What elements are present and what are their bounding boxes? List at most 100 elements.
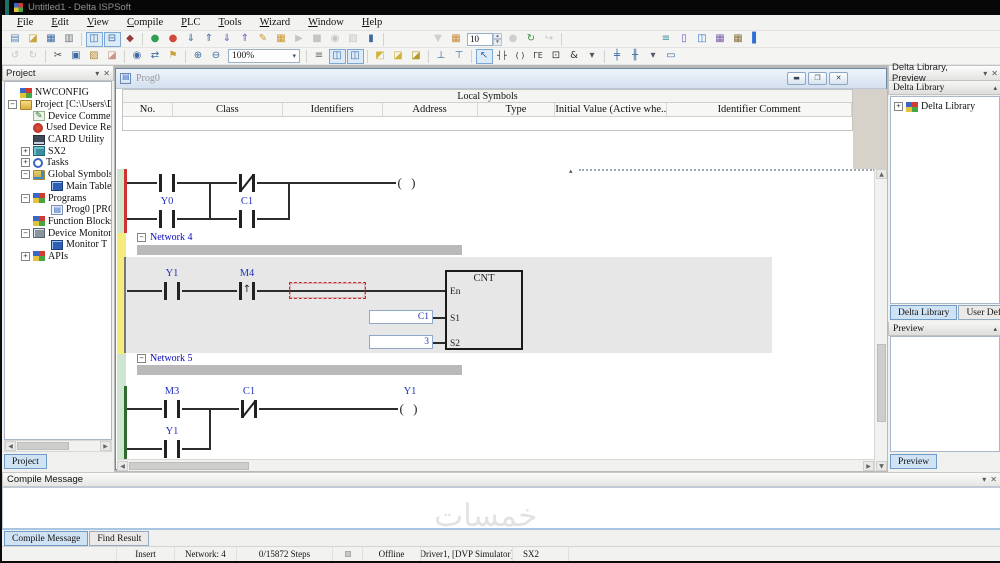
contact-y1[interactable] [162,281,182,301]
jump-button[interactable]: ↪ [541,32,558,47]
tree-item-device-comment[interactable]: Device Comment [5,110,111,122]
force-table-button[interactable]: ▦ [712,32,729,47]
tree-item-nwconfig[interactable]: NWCONFIG [5,87,111,99]
chevron-down-icon[interactable]: ▾ [292,52,296,60]
menu-help[interactable]: Help [353,17,391,28]
insert-network-below-button[interactable]: ⊤ [451,49,468,64]
column-header-type[interactable]: Type [478,103,556,116]
tab-preview[interactable]: Preview [890,454,937,469]
contact[interactable] [157,173,177,193]
menu-compile[interactable]: Compile [118,17,172,28]
activate-network-button[interactable]: ◩ [372,49,389,64]
device-monitor-button[interactable]: ▯ [676,32,693,47]
download-project-button[interactable]: ⇓ [219,32,236,47]
tree-item-delta-library[interactable]: + Delta Library [891,101,999,113]
selection-cursor[interactable] [289,282,366,299]
filter-button[interactable]: ▼ [430,32,447,47]
zoom-out-button[interactable]: ⊖ [208,49,225,64]
tab-delta-library[interactable]: Delta Library [890,305,957,320]
tree-item-function-blocks[interactable]: Function Blocks [5,216,111,228]
select-tool-button[interactable]: ↖ [476,49,493,64]
prog0-titlebar[interactable]: Prog0 [116,69,886,89]
project-tree-hscrollbar[interactable]: ◀ ▶ [4,440,112,452]
ladder-vscrollbar[interactable]: ▲ ▼ [874,169,887,471]
maximize-button[interactable]: ❐ [808,72,827,85]
menu-wizard[interactable]: Wizard [251,17,300,28]
online-mode-button[interactable]: ◉ [327,32,344,47]
contact-y0[interactable] [157,209,177,229]
expander-plus[interactable]: + [21,147,30,156]
refresh-monitor-button[interactable]: ↻ [523,32,540,47]
zoom-in-button[interactable]: ⊕ [190,49,207,64]
insert-vertical-line-button[interactable]: ╪ [609,49,626,64]
expander-minus[interactable]: − [8,100,17,109]
expander-plus[interactable]: + [21,252,30,261]
collapse-network-icon[interactable]: − [137,354,146,363]
print-button[interactable]: ▥ [61,32,78,47]
ladder-mode-button[interactable]: ◫ [329,49,346,64]
compile-message-body[interactable] [2,487,1000,530]
device-table-button[interactable]: ▦ [730,32,747,47]
pin-icon[interactable]: ▾ [982,475,986,484]
preview-section-bar[interactable]: Preview ▴ [888,322,1000,336]
close-icon[interactable]: ✕ [103,69,110,78]
nc-contact-c1[interactable] [239,399,259,419]
line-dropdown-button[interactable]: ▾ [645,49,662,64]
monitor-mode-button[interactable]: ◫ [347,49,364,64]
expander-plus[interactable]: + [894,102,903,111]
edit-comment-button[interactable]: ≡ [311,49,328,64]
output-coil[interactable]: ( ) [396,174,420,192]
new-file-button[interactable]: ▤ [7,32,24,47]
view-horizontal-button[interactable]: ⊟ [104,32,121,47]
minimize-button[interactable]: ▬ [787,72,806,85]
splitter[interactable] [579,169,875,171]
erase-button[interactable]: ◪ [104,49,121,64]
column-header-identifier-comment[interactable]: Identifier Comment [667,103,852,116]
insert-network-above-button[interactable]: ⊥ [433,49,450,64]
tool-dropdown-button[interactable]: ▾ [584,49,601,64]
collapse-icon[interactable]: ▴ [993,84,997,92]
tree-item-programs[interactable]: −Programs [5,192,111,204]
zoom-level-combobox[interactable]: 100%▾ [228,49,300,63]
cut-button[interactable]: ✂ [50,49,67,64]
column-header-no[interactable]: No. [123,103,173,116]
upload-project-button[interactable]: ⇑ [237,32,254,47]
spin-down-icon[interactable]: ▼ [493,39,502,46]
ladder-editor[interactable]: ( )Y0C1−Network 4Y1↑M4CNTEnS1S2C13−Netwo… [117,169,875,459]
expander-minus[interactable]: − [21,170,30,179]
simulator-button[interactable]: ▮ [363,32,380,47]
tab-find-result[interactable]: Find Result [89,531,149,546]
refresh-interval-input[interactable] [467,33,493,46]
delete-vertical-line-button[interactable]: ╫ [627,49,644,64]
find-button[interactable]: ◉ [129,49,146,64]
copy-button[interactable]: ▣ [68,49,85,64]
communication-setting-button[interactable]: ● [147,32,164,47]
replace-button[interactable]: ⇄ [147,49,164,64]
menu-file[interactable]: File [8,17,42,28]
stop-communication-button[interactable]: ● [165,32,182,47]
refresh-interval-stepper[interactable]: ▲▼ [467,33,502,46]
edit-online-button[interactable]: ▨ [345,32,362,47]
block-tool-button[interactable]: ⊡ [548,49,565,64]
instruction-tool-button[interactable]: ΓE [530,49,547,64]
tab-compile-message[interactable]: Compile Message [4,531,88,546]
column-header-initial-value-active-whe[interactable]: Initial Value (Active whe... [555,103,667,116]
expander-minus[interactable]: − [21,194,30,203]
ladder-hscrollbar[interactable]: ◀ ▶ [117,459,874,471]
tree-item-device-monitor[interactable]: −Device Monitor [5,227,111,239]
inactivate-network-button[interactable]: ◪ [390,49,407,64]
operand-box[interactable]: C1 [369,310,433,324]
register-editor-button[interactable]: ▦ [273,32,290,47]
upload-program-button[interactable]: ⇑ [201,32,218,47]
tree-item-monitor-t[interactable]: Monitor T [5,239,111,251]
network-comment-bar[interactable] [137,245,462,255]
menu-window[interactable]: Window [299,17,353,28]
menu-tools[interactable]: Tools [209,17,250,28]
close-icon[interactable]: ✕ [991,69,998,78]
set-interval-button[interactable]: ● [505,32,522,47]
online-monitor-button[interactable]: ≡ [658,32,675,47]
menu-view[interactable]: View [78,17,118,28]
collapse-icon[interactable]: ▴ [993,325,997,333]
save-button[interactable]: ▦ [43,32,60,47]
tree-item-sx2[interactable]: +SX2 [5,145,111,157]
